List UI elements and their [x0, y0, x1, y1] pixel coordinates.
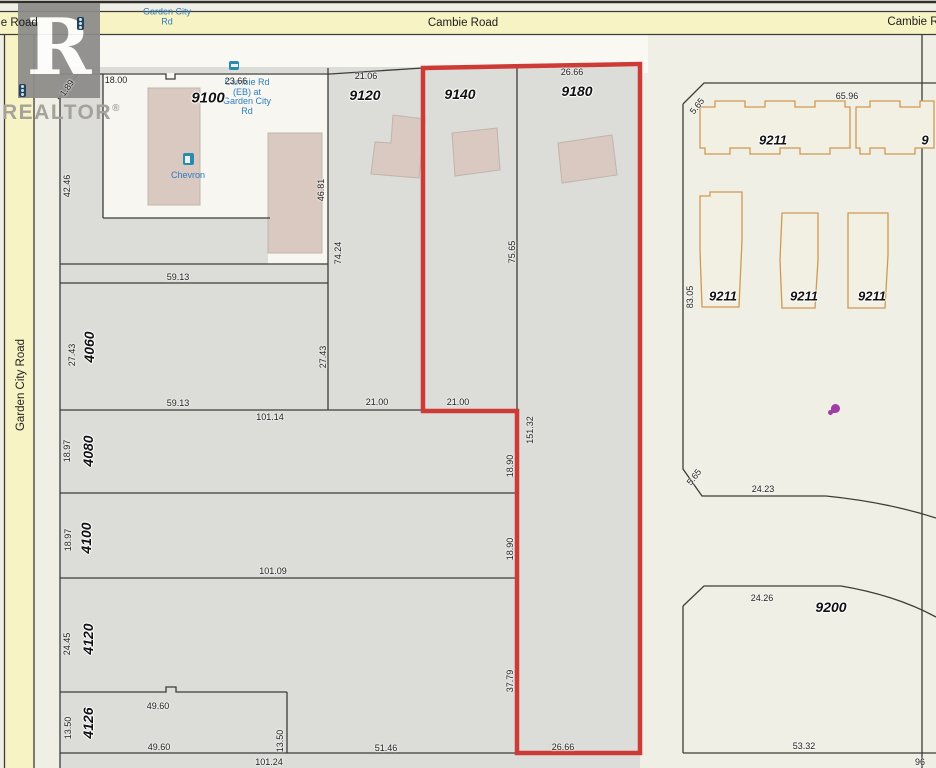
dimension-label: 59.13 — [167, 272, 190, 282]
dimension-label: 96 — [915, 757, 925, 767]
lot-number-label: 9200 — [815, 599, 846, 615]
lot-number-label: 9120 — [349, 87, 380, 103]
lot-number-label: 9100 — [191, 90, 224, 107]
dimension-label: 51.46 — [375, 743, 398, 753]
dimension-label: 27.43 — [318, 346, 328, 369]
bus-stop-icon — [229, 61, 239, 70]
lot-number-label: 9211 — [759, 133, 787, 148]
dimension-label: 18.90 — [505, 538, 515, 561]
traffic-signal-icon — [77, 17, 84, 30]
dimension-label: 18.90 — [505, 455, 515, 478]
dimension-label: 24.45 — [62, 633, 72, 656]
dimension-label: 26.66 — [561, 67, 584, 77]
cambie-road-label-right: Cambie R — [887, 16, 936, 28]
dimension-label: 24.26 — [751, 593, 774, 603]
cadastral-map: R REALTOR® Cambie Road Cambie R le Road … — [0, 0, 936, 768]
dimension-label: 21.00 — [366, 397, 389, 407]
dimension-label: 18.00 — [105, 75, 128, 85]
dimension-label: 59.13 — [167, 398, 190, 408]
dimension-label: 46.81 — [316, 179, 326, 202]
dimension-label: 23.66 — [225, 76, 248, 86]
lot-number-label: 4100 — [78, 522, 94, 553]
lot-number-label: 9211 — [709, 289, 737, 304]
lot-number-label: 9140 — [444, 86, 475, 102]
dimension-label: 75.65 — [507, 241, 517, 264]
dimension-label: 101.09 — [259, 566, 287, 576]
realtor-logo-text: REALTOR® — [2, 101, 119, 125]
dimension-label: 13.50 — [63, 717, 73, 740]
dimension-label: 65.96 — [836, 91, 859, 101]
lot-number-label: 9211 — [790, 289, 818, 304]
parcel-map-canvas — [0, 0, 936, 768]
dimension-label: 83.05 — [685, 286, 695, 309]
dimension-label: 37.79 — [505, 670, 515, 693]
dimension-label: 13.50 — [275, 730, 285, 753]
lot-number-label: 4120 — [80, 623, 96, 654]
dimension-label: 21.06 — [355, 71, 378, 81]
garden-city-road-label: Garden City Road — [15, 339, 27, 431]
dimension-label: 49.60 — [148, 742, 171, 752]
lot-number-label: 4126 — [80, 707, 96, 738]
dimension-label: 42.46 — [62, 175, 72, 198]
lot-number-label: 9180 — [561, 83, 592, 99]
fuel-station-icon — [183, 153, 194, 165]
dimension-label: 18.97 — [63, 529, 73, 552]
traffic-signal-icon — [19, 84, 26, 97]
building-9100-east — [268, 133, 322, 253]
transit-stop-north-label: Garden City Rd — [143, 8, 191, 27]
dimension-label: 101.24 — [255, 757, 283, 767]
dimension-label: 151.32 — [525, 416, 535, 444]
dimension-label: 101.14 — [256, 412, 284, 422]
dimension-label: 24.23 — [752, 484, 775, 494]
cambie-road-label: Cambie Road — [428, 17, 498, 29]
lot-number-label: 4060 — [81, 331, 97, 362]
poi-marker-icon — [828, 403, 842, 417]
dimension-label: 74.24 — [333, 242, 343, 265]
dimension-label: 21.00 — [447, 397, 470, 407]
dimension-label: 53.32 — [793, 741, 816, 751]
lot-number-label: 9 — [921, 133, 928, 148]
dimension-label: 49.60 — [147, 701, 170, 711]
chevron-label: Chevron — [171, 170, 205, 180]
left-road-partial-label: le Road — [0, 17, 38, 29]
building-9180 — [558, 135, 617, 183]
dimension-label: 27.43 — [67, 344, 77, 367]
dimension-label: 18.97 — [62, 440, 72, 463]
dimension-label: 26.66 — [552, 742, 575, 752]
lot-number-label: 9211 — [858, 289, 886, 304]
building-9140 — [452, 128, 500, 176]
lot-number-label: 4080 — [80, 435, 96, 466]
